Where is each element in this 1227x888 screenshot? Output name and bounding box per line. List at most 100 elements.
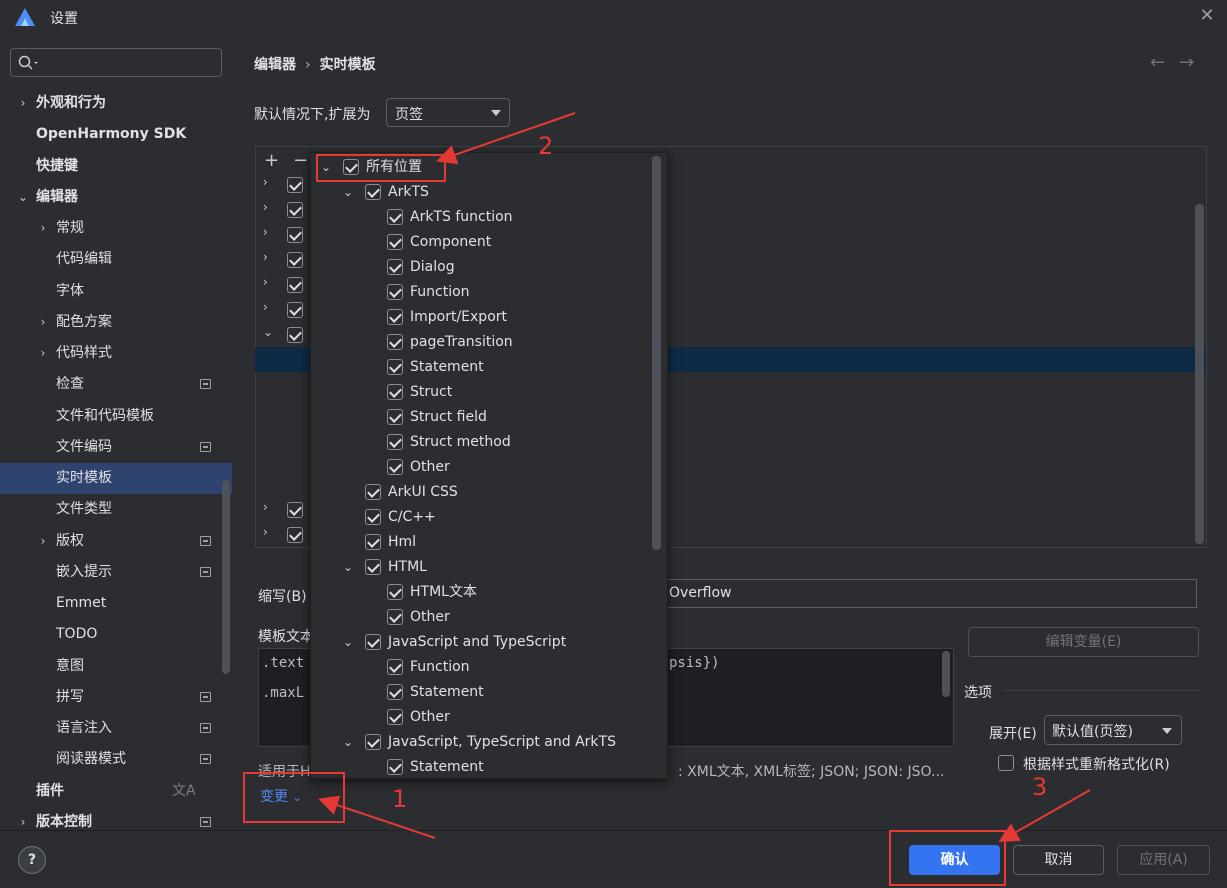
- sidebar-item[interactable]: 嵌入提示: [0, 557, 232, 588]
- tree-group-row[interactable]: ›: [263, 248, 313, 272]
- context-item[interactable]: Struct method: [312, 430, 648, 455]
- add-icon[interactable]: +: [264, 150, 279, 171]
- tree-group-checkbox[interactable]: [287, 327, 303, 343]
- context-checkbox[interactable]: [387, 259, 403, 275]
- context-item[interactable]: Statement: [312, 755, 648, 780]
- sidebar-item[interactable]: 阅读器模式: [0, 744, 232, 775]
- chevron-down-icon[interactable]: ⌄: [343, 180, 353, 205]
- sidebar-item[interactable]: 语言注入: [0, 713, 232, 744]
- context-checkbox[interactable]: [387, 584, 403, 600]
- sidebar-item[interactable]: 插件 文A: [0, 776, 232, 807]
- context-item[interactable]: Other: [312, 455, 648, 480]
- tree-group-row[interactable]: ›: [263, 223, 313, 247]
- context-item[interactable]: C/C++: [312, 505, 648, 530]
- abbreviation-field[interactable]: Overflow: [667, 579, 1197, 608]
- context-checkbox[interactable]: [387, 434, 403, 450]
- editor-scrollbar[interactable]: [942, 651, 950, 697]
- sidebar-item[interactable]: 代码编辑: [0, 244, 232, 275]
- context-checkbox[interactable]: [387, 684, 403, 700]
- context-item[interactable]: ArkUI CSS: [312, 480, 648, 505]
- edit-variables-button[interactable]: 编辑变量(E): [968, 627, 1199, 657]
- context-item[interactable]: Struct field: [312, 405, 648, 430]
- sidebar-scrollbar[interactable]: [222, 480, 230, 674]
- chevron-down-icon[interactable]: ⌄: [16, 182, 30, 213]
- sidebar-item[interactable]: 文件编码: [0, 432, 232, 463]
- sidebar-item[interactable]: 快捷键: [0, 151, 232, 182]
- expand-with-select[interactable]: 默认值(页签): [1044, 715, 1182, 745]
- sidebar-item[interactable]: › 配色方案: [0, 307, 232, 338]
- tree-group-row[interactable]: ›: [263, 498, 313, 522]
- chevron-right-icon[interactable]: ›: [263, 525, 268, 539]
- chevron-down-icon[interactable]: ⌄: [343, 730, 353, 755]
- context-item[interactable]: ⌄ HTML: [312, 555, 648, 580]
- context-checkbox[interactable]: [387, 309, 403, 325]
- chevron-right-icon[interactable]: ›: [36, 307, 50, 338]
- context-checkbox[interactable]: [387, 709, 403, 725]
- context-item[interactable]: Hml: [312, 530, 648, 555]
- sidebar-item[interactable]: 意图: [0, 651, 232, 682]
- context-checkbox[interactable]: [387, 459, 403, 475]
- chevron-down-icon[interactable]: ⌄: [343, 630, 353, 655]
- tree-group-row[interactable]: ›: [263, 523, 313, 547]
- context-item[interactable]: Statement: [312, 355, 648, 380]
- context-checkbox[interactable]: [365, 484, 381, 500]
- help-button[interactable]: ?: [18, 846, 46, 874]
- chevron-right-icon[interactable]: ›: [263, 225, 268, 239]
- context-checkbox[interactable]: [387, 609, 403, 625]
- back-arrow-icon[interactable]: ←: [1150, 52, 1179, 73]
- remove-icon[interactable]: −: [293, 150, 308, 171]
- search-input[interactable]: [10, 48, 222, 77]
- tree-group-checkbox[interactable]: [287, 202, 303, 218]
- sidebar-item[interactable]: 文件类型: [0, 494, 232, 525]
- tree-group-checkbox[interactable]: [287, 277, 303, 293]
- close-icon[interactable]: ✕: [1196, 5, 1218, 27]
- tree-group-row[interactable]: ›: [263, 273, 313, 297]
- chevron-right-icon[interactable]: ›: [36, 526, 50, 557]
- chevron-right-icon[interactable]: ›: [263, 275, 268, 289]
- context-checkbox[interactable]: [387, 209, 403, 225]
- sidebar-item[interactable]: TODO: [0, 619, 232, 650]
- tree-scrollbar[interactable]: [1195, 204, 1204, 544]
- reformat-checkbox[interactable]: [998, 755, 1014, 771]
- sidebar-item[interactable]: Emmet: [0, 588, 232, 619]
- context-item[interactable]: pageTransition: [312, 330, 648, 355]
- context-item[interactable]: HTML文本: [312, 580, 648, 605]
- context-item[interactable]: Import/Export: [312, 305, 648, 330]
- context-checkbox[interactable]: [387, 359, 403, 375]
- context-checkbox[interactable]: [387, 759, 403, 775]
- forward-arrow-icon[interactable]: →: [1179, 52, 1208, 73]
- context-item[interactable]: Other: [312, 605, 648, 630]
- context-item[interactable]: ⌄ JavaScript, TypeScript and ArkTS: [312, 730, 648, 755]
- context-checkbox[interactable]: [365, 184, 381, 200]
- breadcrumb-parent[interactable]: 编辑器: [254, 57, 296, 73]
- context-item[interactable]: ArkTS function: [312, 205, 648, 230]
- context-item[interactable]: Other: [312, 705, 648, 730]
- sidebar-item[interactable]: ⌄ 编辑器: [0, 182, 232, 213]
- context-checkbox[interactable]: [387, 334, 403, 350]
- tree-group-row[interactable]: ⌄: [263, 323, 313, 347]
- context-item[interactable]: Function: [312, 655, 648, 680]
- popup-scrollbar[interactable]: [652, 156, 661, 550]
- context-item[interactable]: ⌄ JavaScript and TypeScript: [312, 630, 648, 655]
- chevron-right-icon[interactable]: ›: [263, 250, 268, 264]
- sidebar-item[interactable]: 检查: [0, 369, 232, 400]
- tree-group-checkbox[interactable]: [287, 177, 303, 193]
- context-checkbox[interactable]: [387, 234, 403, 250]
- chevron-right-icon[interactable]: ›: [36, 338, 50, 369]
- context-checkbox[interactable]: [387, 384, 403, 400]
- chevron-down-icon[interactable]: ⌄: [263, 325, 273, 339]
- context-item[interactable]: Function: [312, 280, 648, 305]
- tree-group-checkbox[interactable]: [287, 227, 303, 243]
- context-checkbox[interactable]: [387, 409, 403, 425]
- sidebar-item[interactable]: › 版权: [0, 526, 232, 557]
- context-checkbox[interactable]: [387, 284, 403, 300]
- sidebar-item[interactable]: 字体: [0, 276, 232, 307]
- context-item[interactable]: ⌄ ArkTS: [312, 180, 648, 205]
- cancel-button[interactable]: 取消: [1013, 845, 1104, 875]
- context-item[interactable]: Component: [312, 230, 648, 255]
- context-checkbox[interactable]: [365, 634, 381, 650]
- tree-group-row[interactable]: ›: [263, 198, 313, 222]
- sidebar-item[interactable]: › 外观和行为: [0, 88, 232, 119]
- tree-group-row[interactable]: ›: [263, 298, 313, 322]
- chevron-right-icon[interactable]: ›: [263, 175, 268, 189]
